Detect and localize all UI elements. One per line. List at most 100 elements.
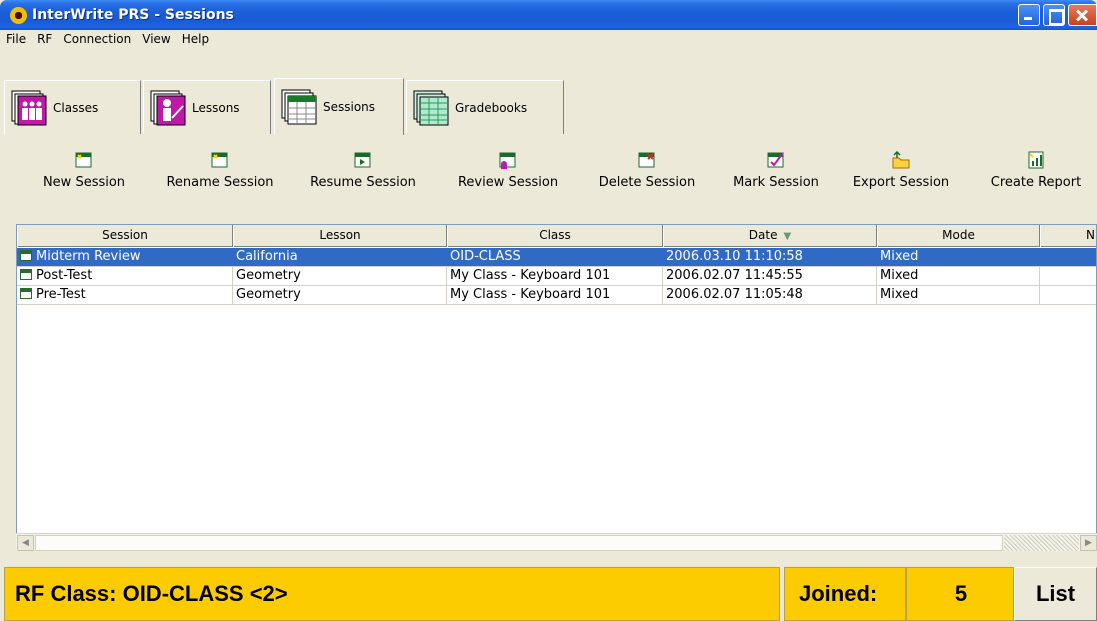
menu-view[interactable]: View (136, 30, 175, 50)
status-bar: RF Class: OID-CLASS <2> Joined: 5 List (0, 567, 1097, 621)
tab-strip: Classes Lessons Sessions Gradebooks (0, 50, 1097, 144)
window-title: InterWrite PRS - Sessions (32, 7, 234, 23)
menu-file[interactable]: File (0, 30, 31, 50)
mark-session-icon (767, 151, 785, 169)
tab-classes[interactable]: Classes (4, 80, 141, 134)
cell-date: 2006.02.07 11:05:48 (663, 286, 877, 304)
lessons-icon (150, 90, 186, 126)
create-report-icon (1027, 151, 1045, 169)
review-session-button[interactable]: Review Session (448, 151, 568, 211)
scrollbar-thumb[interactable] (35, 535, 1003, 551)
new-session-icon (75, 151, 93, 169)
scroll-left-button[interactable]: ◀ (17, 535, 34, 551)
cell-mode: Mixed (877, 267, 1040, 285)
cell-session-text: Pre-Test (36, 287, 86, 302)
create-report-button[interactable]: Create Report (982, 151, 1090, 211)
cell-n (1040, 286, 1096, 304)
cell-mode: Mixed (877, 286, 1040, 304)
table-header: Session Lesson Class Date ▼ Mode N (17, 225, 1096, 247)
gradebooks-icon (413, 90, 449, 126)
cell-date: 2006.02.07 11:45:55 (663, 267, 877, 285)
tool-label: Delete Session (598, 175, 696, 190)
tab-gradebooks[interactable]: Gradebooks (406, 80, 564, 134)
scrollbar-track[interactable] (1004, 535, 1079, 551)
cell-session-text: Post-Test (36, 268, 93, 283)
cell-lesson: Geometry (233, 286, 447, 304)
cell-session: Post-Test (17, 267, 233, 285)
tool-label: Export Session (852, 175, 950, 190)
new-session-button[interactable]: New Session (36, 151, 132, 211)
tab-label: Sessions (323, 100, 376, 114)
tool-label: Review Session (457, 175, 559, 190)
table-body: Midterm Review California OID-CLASS 2006… (17, 248, 1096, 305)
toolbar: New Session Rename Session Resume Sessio… (0, 143, 1097, 215)
cell-mode: Mixed (877, 248, 1040, 266)
column-header-lesson[interactable]: Lesson (233, 225, 447, 247)
column-header-n[interactable]: N (1040, 225, 1096, 247)
sort-descending-icon: ▼ (783, 231, 792, 242)
rf-class-panel: RF Class: OID-CLASS <2> (4, 567, 780, 621)
rename-session-button[interactable]: Rename Session (157, 151, 283, 211)
resume-session-icon (354, 151, 372, 169)
export-session-button[interactable]: Export Session (843, 150, 959, 211)
tool-label: Resume Session (310, 175, 416, 190)
mark-session-button[interactable]: Mark Session (724, 151, 828, 211)
cell-n (1040, 267, 1096, 285)
delete-session-button[interactable]: Delete Session (588, 151, 706, 211)
column-header-class[interactable]: Class (447, 225, 663, 247)
cell-class: My Class - Keyboard 101 (447, 267, 663, 285)
session-row-icon (20, 288, 32, 299)
table-row[interactable]: Post-Test Geometry My Class - Keyboard 1… (17, 267, 1096, 286)
tool-label: Create Report (990, 175, 1082, 190)
table-row[interactable]: Midterm Review California OID-CLASS 2006… (17, 248, 1096, 267)
session-row-icon (20, 250, 32, 261)
list-button[interactable]: List (1014, 567, 1097, 621)
rf-class-label: RF Class: OID-CLASS <2> (15, 581, 288, 606)
cell-lesson: California (233, 248, 447, 266)
cell-class: OID-CLASS (447, 248, 663, 266)
horizontal-scrollbar[interactable]: ◀ ▶ (16, 533, 1097, 551)
menu-help[interactable]: Help (176, 30, 214, 50)
tool-label: Mark Session (733, 175, 819, 190)
cell-class: My Class - Keyboard 101 (447, 286, 663, 304)
column-header-mode[interactable]: Mode (877, 225, 1040, 247)
sessions-icon (281, 89, 317, 125)
table-row[interactable]: Pre-Test Geometry My Class - Keyboard 10… (17, 286, 1096, 305)
review-session-icon (499, 151, 517, 169)
classes-icon (11, 90, 47, 126)
menu-connection[interactable]: Connection (57, 30, 136, 50)
tab-label: Classes (53, 100, 99, 115)
app-logo-icon (10, 7, 27, 24)
joined-count-panel: 5 (906, 567, 1014, 621)
tool-label: Rename Session (166, 175, 274, 190)
cell-date: 2006.03.10 11:10:58 (663, 248, 877, 266)
minimize-button[interactable] (1018, 4, 1040, 26)
cell-session: Midterm Review (17, 248, 233, 266)
cell-session-text: Midterm Review (36, 249, 141, 264)
resume-session-button[interactable]: Resume Session (300, 151, 426, 211)
column-header-session[interactable]: Session (17, 225, 233, 247)
app-window: InterWrite PRS - Sessions File RF Connec… (0, 0, 1097, 621)
export-session-icon (892, 150, 910, 169)
scroll-right-button[interactable]: ▶ (1080, 535, 1097, 551)
tool-label: New Session (42, 175, 126, 190)
cell-session: Pre-Test (17, 286, 233, 304)
joined-label: Joined: (799, 581, 878, 606)
cell-n (1040, 248, 1096, 266)
tab-sessions[interactable]: Sessions (274, 78, 404, 135)
tab-lessons[interactable]: Lessons (143, 80, 271, 134)
delete-session-icon (638, 151, 656, 169)
tab-label: Gradebooks (455, 100, 528, 115)
menu-bar: File RF Connection View Help (0, 30, 1097, 50)
cell-lesson: Geometry (233, 267, 447, 285)
session-row-icon (20, 269, 32, 280)
column-header-date-label: Date (748, 228, 778, 242)
joined-panel: Joined: (784, 567, 906, 621)
close-button[interactable] (1068, 4, 1097, 26)
menu-rf[interactable]: RF (31, 30, 57, 50)
title-bar[interactable]: InterWrite PRS - Sessions (0, 0, 1097, 30)
maximize-button[interactable] (1043, 4, 1065, 26)
column-header-date[interactable]: Date ▼ (663, 225, 877, 247)
sessions-table: Session Lesson Class Date ▼ Mode N Midter… (16, 224, 1097, 548)
rename-session-icon (211, 151, 229, 169)
